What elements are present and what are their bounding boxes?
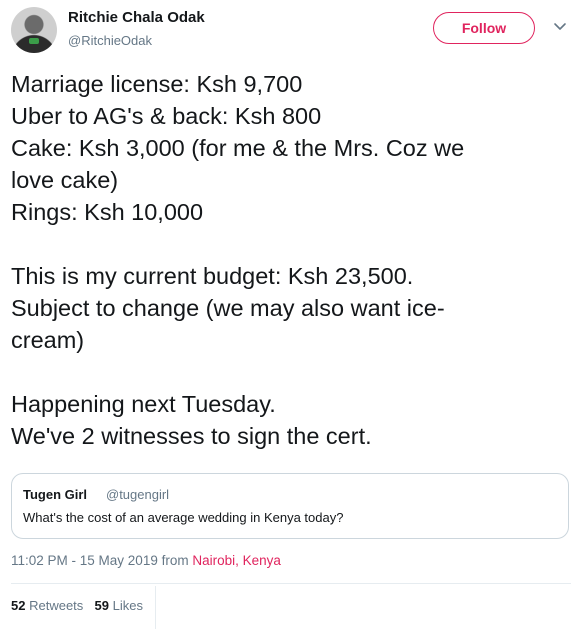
tweet-text: Marriage license: Ksh 9,700 Uber to AG's…	[11, 68, 576, 452]
tweet-line: Rings: Ksh 10,000	[11, 199, 204, 225]
tweet-line: Happening next Tuesday.	[11, 391, 276, 417]
tweet-header: Ritchie Chala Odak @RitchieOdak Follow	[0, 0, 584, 64]
author-name[interactable]: Ritchie Chala Odak	[68, 9, 205, 26]
tweet-timestamp[interactable]: 11:02 PM - 15 May 2019 from	[11, 553, 192, 568]
tweet-line: cream)	[11, 327, 85, 353]
tweet-line: Uber to AG's & back: Ksh 800	[11, 103, 322, 129]
quote-text: What's the cost of an average wedding in…	[23, 510, 344, 525]
quote-author-handle: @tugengirl	[106, 487, 170, 502]
avatar[interactable]	[11, 7, 57, 53]
follow-button[interactable]: Follow	[433, 12, 535, 44]
quote-author-name: Tugen Girl	[23, 487, 88, 502]
tweet-line: love cake)	[11, 167, 119, 193]
tweet-stats: 52 Retweets 59 Likes	[11, 598, 147, 613]
tweet-line: This is my current budget: Ksh 23,500.	[11, 263, 414, 289]
tweet-line: Cake: Ksh 3,000 (for me & the Mrs. Coz w…	[11, 135, 465, 161]
likes-count: 59	[94, 598, 109, 613]
retweets-count: 52	[11, 598, 26, 613]
retweets-stat[interactable]: 52 Retweets	[11, 598, 83, 613]
tweet-line: Subject to change (we may also want ice-	[11, 295, 445, 321]
tweet-location[interactable]: Nairobi, Kenya	[192, 553, 281, 568]
stats-divider	[155, 586, 156, 629]
likes-label: Likes	[112, 598, 143, 613]
chevron-down-icon[interactable]	[553, 22, 567, 32]
avatar-badge	[29, 38, 39, 44]
likes-stat[interactable]: 59 Likes	[95, 598, 143, 613]
tweet-meta: 11:02 PM - 15 May 2019 from Nairobi, Ken…	[11, 553, 281, 568]
author-handle[interactable]: @RitchieOdak	[68, 33, 152, 48]
retweets-label: Retweets	[29, 598, 84, 613]
tweet-line: We've 2 witnesses to sign the cert.	[11, 423, 372, 449]
quoted-tweet[interactable]: Tugen Girl @tugengirl What's the cost of…	[11, 473, 569, 539]
divider	[11, 583, 571, 584]
tweet-line: Marriage license: Ksh 9,700	[11, 71, 303, 97]
